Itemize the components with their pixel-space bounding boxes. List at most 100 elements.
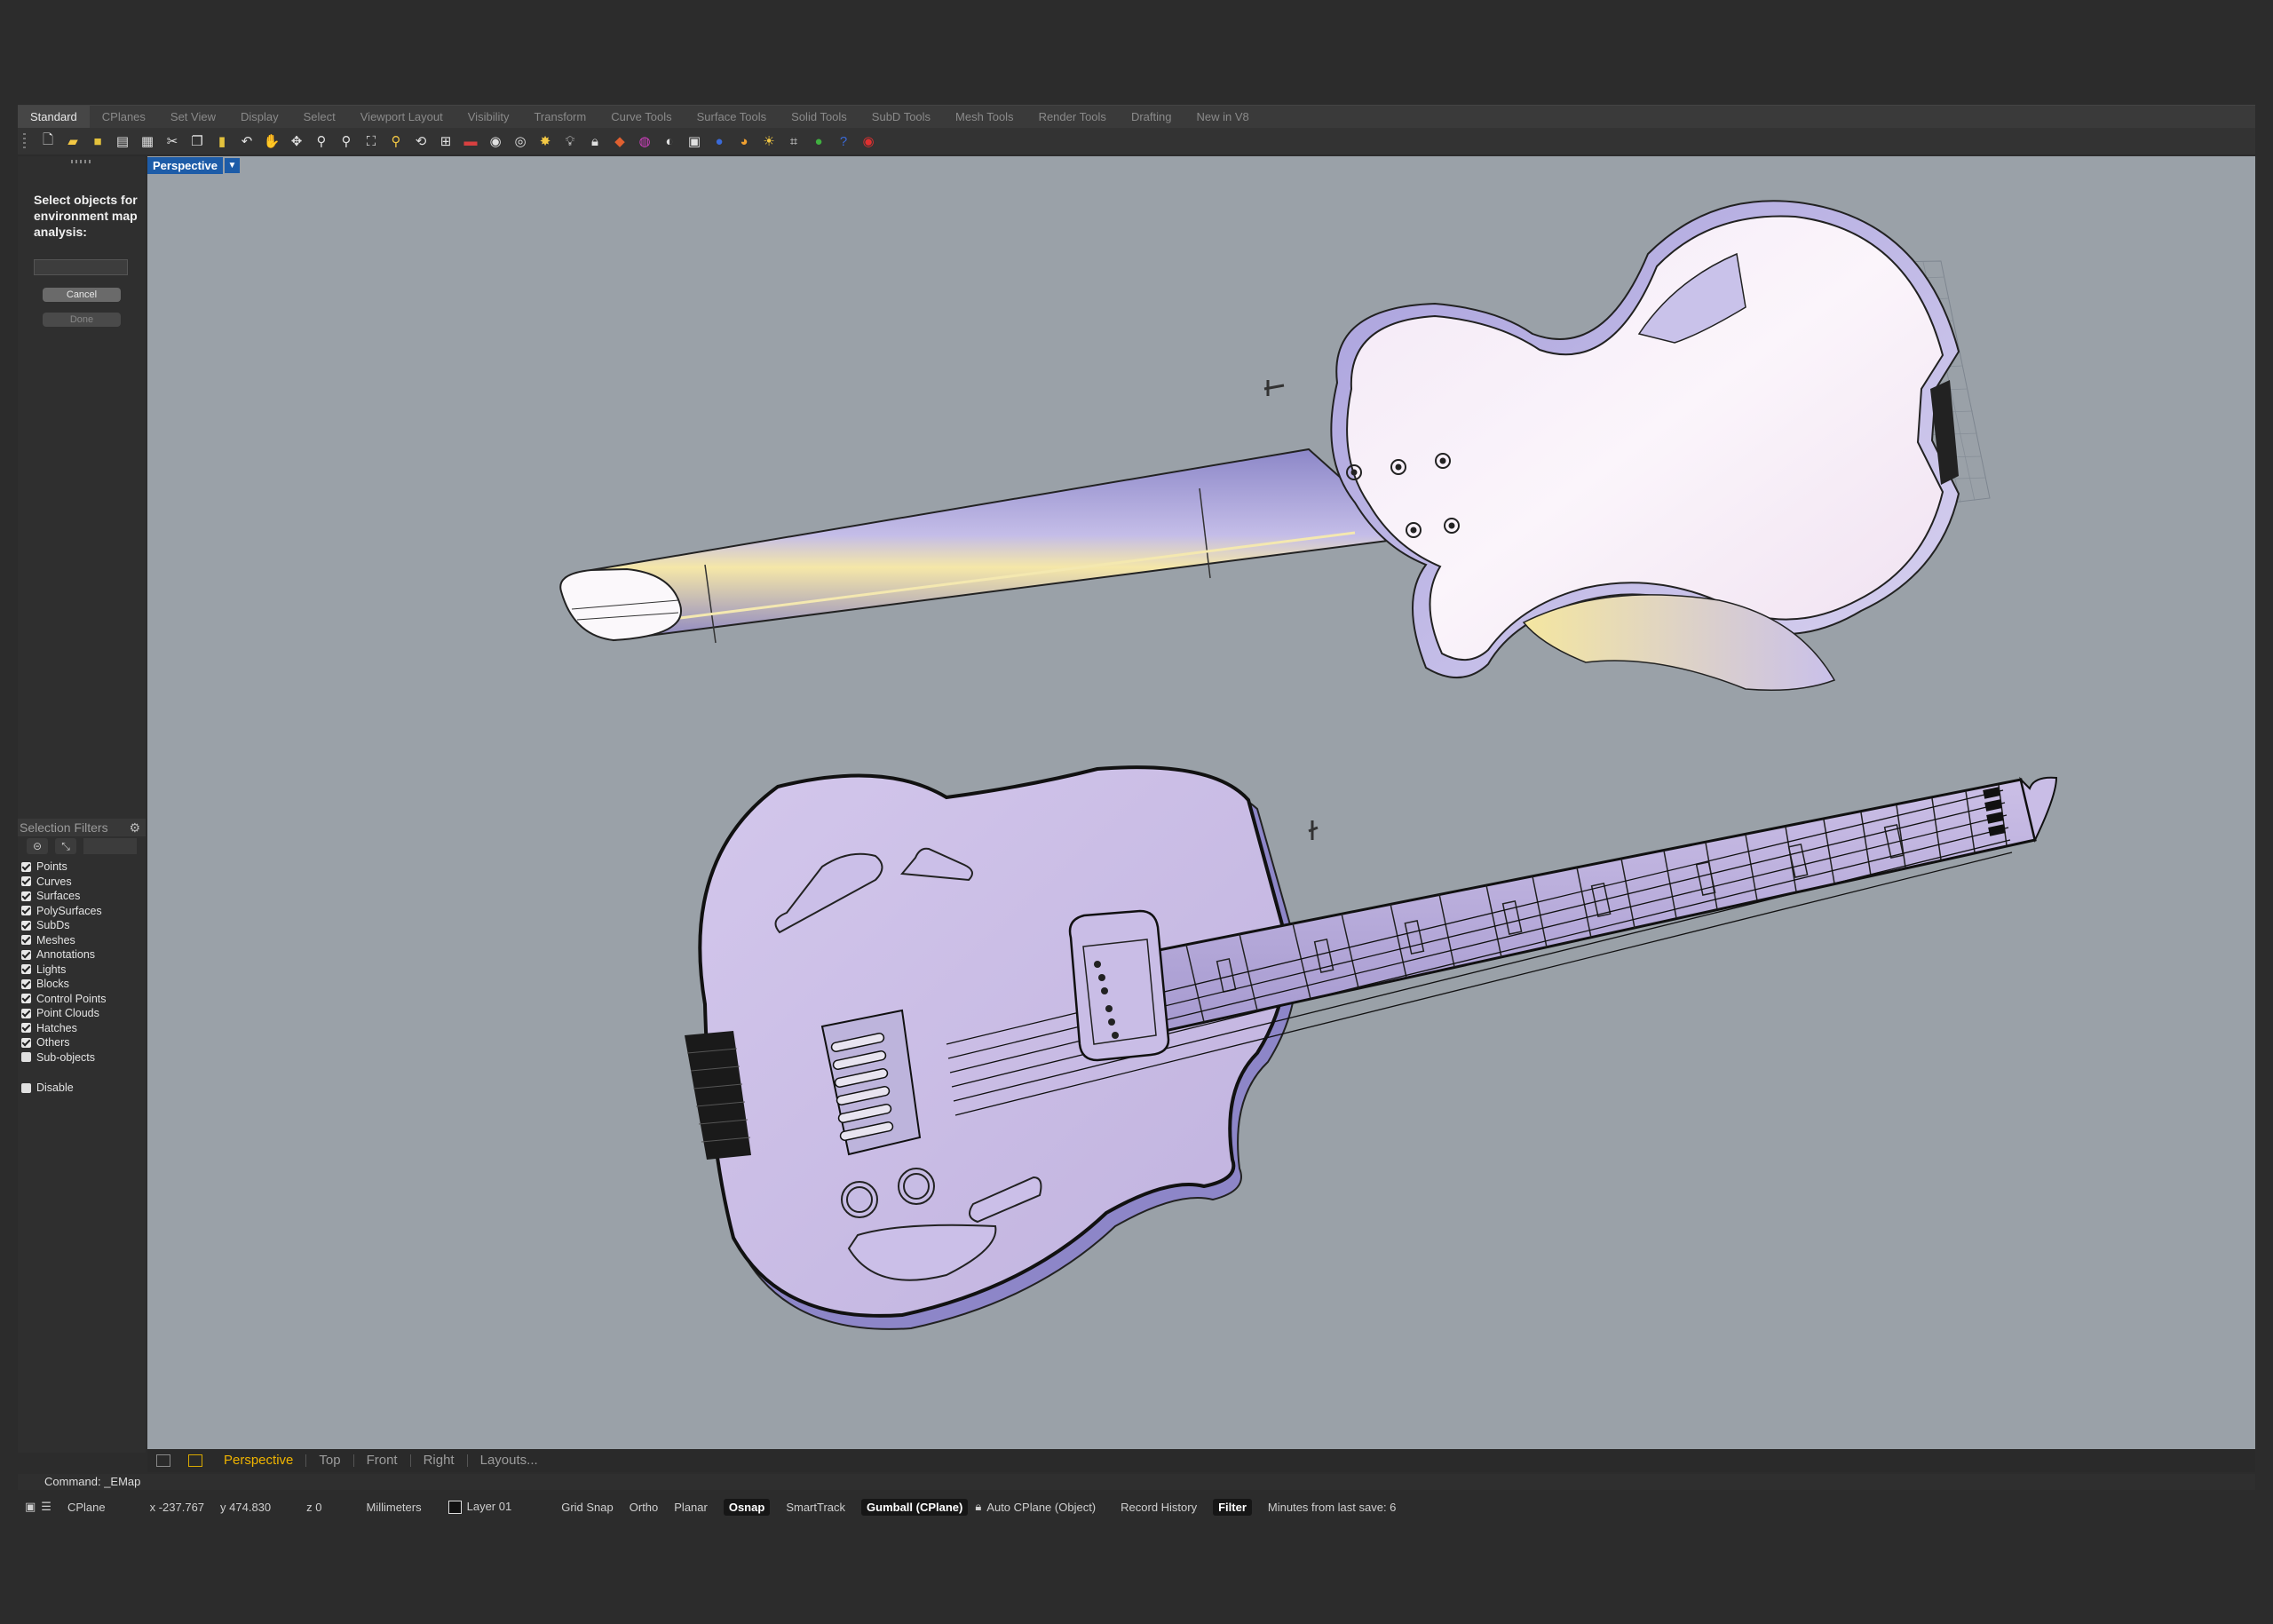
- filter-points[interactable]: Points: [18, 860, 146, 875]
- wireframe-icon[interactable]: ◎: [510, 131, 531, 152]
- tab-transform[interactable]: Transform: [521, 106, 598, 129]
- color-wheel-icon[interactable]: ◍: [634, 131, 655, 152]
- panel-grip[interactable]: [71, 160, 92, 163]
- filter-disable[interactable]: Disable: [18, 1081, 146, 1096]
- import-icon[interactable]: ▦: [137, 131, 158, 152]
- tab-perspective[interactable]: Perspective: [211, 1454, 307, 1467]
- status-smarttrack[interactable]: SmartTrack: [786, 1501, 845, 1514]
- checkbox-icon[interactable]: [21, 861, 31, 872]
- checkbox-icon[interactable]: [21, 891, 31, 901]
- help-icon[interactable]: ?: [833, 131, 854, 152]
- cancel-button[interactable]: Cancel: [43, 288, 121, 302]
- zoom-window-icon[interactable]: ⚲: [336, 131, 357, 152]
- guitar-front-view[interactable]: [685, 765, 2058, 1330]
- status-gumball[interactable]: Gumball (CPlane): [861, 1498, 969, 1516]
- filter-curves[interactable]: Curves: [18, 875, 146, 890]
- filter-annotations[interactable]: Annotations: [18, 947, 146, 963]
- new-icon[interactable]: 🗋: [37, 131, 59, 152]
- status-osnap[interactable]: Osnap: [723, 1498, 771, 1516]
- tab-top[interactable]: Top: [306, 1454, 354, 1467]
- checkbox-icon[interactable]: [21, 1008, 31, 1018]
- checkbox-icon[interactable]: [21, 1037, 31, 1048]
- checkbox-icon[interactable]: [21, 964, 31, 975]
- gear-icon[interactable]: ⚙: [129, 819, 140, 836]
- tab-curve-tools[interactable]: Curve Tools: [598, 106, 684, 129]
- rotate-view-icon[interactable]: ✥: [286, 131, 307, 152]
- copy-icon[interactable]: ❐: [186, 131, 208, 152]
- filter-polysurfaces[interactable]: PolySurfaces: [18, 904, 146, 919]
- checkbox-icon[interactable]: [21, 906, 31, 916]
- zoom-extents-icon[interactable]: ⛶: [360, 131, 382, 152]
- status-cplane[interactable]: CPlane: [67, 1501, 106, 1514]
- done-button[interactable]: Done: [43, 313, 121, 327]
- tab-display[interactable]: Display: [228, 106, 291, 129]
- panel-toggle-icon[interactable]: ▣: [25, 1500, 36, 1514]
- status-ortho[interactable]: Ortho: [630, 1501, 659, 1514]
- filter-control-points[interactable]: Control Points: [18, 992, 146, 1007]
- open-icon[interactable]: ▰: [62, 131, 83, 152]
- filter-hatches[interactable]: Hatches: [18, 1021, 146, 1036]
- pan-icon[interactable]: ✋: [261, 131, 282, 152]
- tab-solid-tools[interactable]: Solid Tools: [779, 106, 859, 129]
- guitar-back-view[interactable]: [559, 200, 1960, 691]
- tab-mesh-tools[interactable]: Mesh Tools: [943, 106, 1026, 129]
- tab-layouts[interactable]: Layouts...: [468, 1454, 550, 1467]
- render-sphere-icon[interactable]: ▣: [684, 131, 705, 152]
- checkbox-icon[interactable]: [21, 1023, 31, 1034]
- paste-icon[interactable]: ▮: [211, 131, 233, 152]
- checkbox-icon[interactable]: [21, 949, 31, 960]
- car-icon[interactable]: ▬: [460, 131, 481, 152]
- undo-icon[interactable]: ↶: [236, 131, 257, 152]
- filter-surfaces[interactable]: Surfaces: [18, 889, 146, 904]
- four-viewports-icon[interactable]: ⊞: [435, 131, 456, 152]
- checkbox-icon[interactable]: [21, 1052, 31, 1063]
- filter-mode-icon[interactable]: ⊝: [27, 838, 48, 854]
- tab-select[interactable]: Select: [291, 106, 348, 129]
- status-record-history[interactable]: Record History: [1121, 1501, 1197, 1514]
- toolbar-grip[interactable]: [23, 133, 26, 149]
- tab-subd-tools[interactable]: SubD Tools: [859, 106, 943, 129]
- filter-blocks[interactable]: Blocks: [18, 977, 146, 992]
- tab-right[interactable]: Right: [411, 1454, 468, 1467]
- tab-viewport-layout[interactable]: Viewport Layout: [348, 106, 455, 129]
- material-icon[interactable]: ◆: [609, 131, 630, 152]
- status-layer[interactable]: Layer 01: [447, 1500, 511, 1515]
- tab-cplanes[interactable]: CPlanes: [90, 106, 158, 129]
- tab-front[interactable]: Front: [354, 1454, 411, 1467]
- filter-sub-objects[interactable]: Sub-objects: [18, 1050, 146, 1066]
- sphere-icon[interactable]: ◐: [659, 131, 680, 152]
- filter-others[interactable]: Others: [18, 1035, 146, 1050]
- filter-point-clouds[interactable]: Point Clouds: [18, 1006, 146, 1021]
- environment-icon[interactable]: ◕: [733, 131, 755, 152]
- lock-icon[interactable]: 🔒︎: [584, 131, 606, 152]
- light-icon[interactable]: ✸: [535, 131, 556, 152]
- texture-icon[interactable]: ●: [709, 131, 730, 152]
- tab-visibility[interactable]: Visibility: [455, 106, 522, 129]
- lock-icon[interactable]: 🔒︎: [975, 1500, 981, 1514]
- pick-icon[interactable]: ⤡: [55, 838, 76, 854]
- tab-surface-tools[interactable]: Surface Tools: [685, 106, 780, 129]
- list-icon[interactable]: ☰: [41, 1500, 51, 1514]
- tab-set-view[interactable]: Set View: [158, 106, 228, 129]
- filter-subds[interactable]: SubDs: [18, 918, 146, 933]
- zoom-selected-icon[interactable]: ⚲: [385, 131, 407, 152]
- checkbox-icon[interactable]: [21, 935, 31, 946]
- tab-render-tools[interactable]: Render Tools: [1026, 106, 1119, 129]
- command-line[interactable]: Command: _EMap: [18, 1474, 2255, 1490]
- status-units[interactable]: Millimeters: [366, 1501, 421, 1514]
- checkbox-icon[interactable]: [21, 978, 31, 989]
- checkbox-icon[interactable]: [21, 1082, 31, 1093]
- chat-icon[interactable]: ◉: [858, 131, 879, 152]
- sun-icon[interactable]: ☀: [758, 131, 780, 152]
- bulb-icon[interactable]: 💡︎: [559, 131, 581, 152]
- prompt-input[interactable]: [34, 259, 128, 275]
- filter-meshes[interactable]: Meshes: [18, 933, 146, 948]
- print-icon[interactable]: ▤: [112, 131, 133, 152]
- single-viewport-icon[interactable]: [188, 1454, 202, 1467]
- checkbox-icon[interactable]: [21, 876, 31, 887]
- tab-standard[interactable]: Standard: [18, 106, 90, 129]
- chevron-down-icon[interactable]: ▼: [225, 158, 240, 173]
- tab-new-in-v8[interactable]: New in V8: [1184, 106, 1261, 129]
- checkbox-icon[interactable]: [21, 994, 31, 1004]
- viewport-title[interactable]: Perspective: [147, 157, 223, 174]
